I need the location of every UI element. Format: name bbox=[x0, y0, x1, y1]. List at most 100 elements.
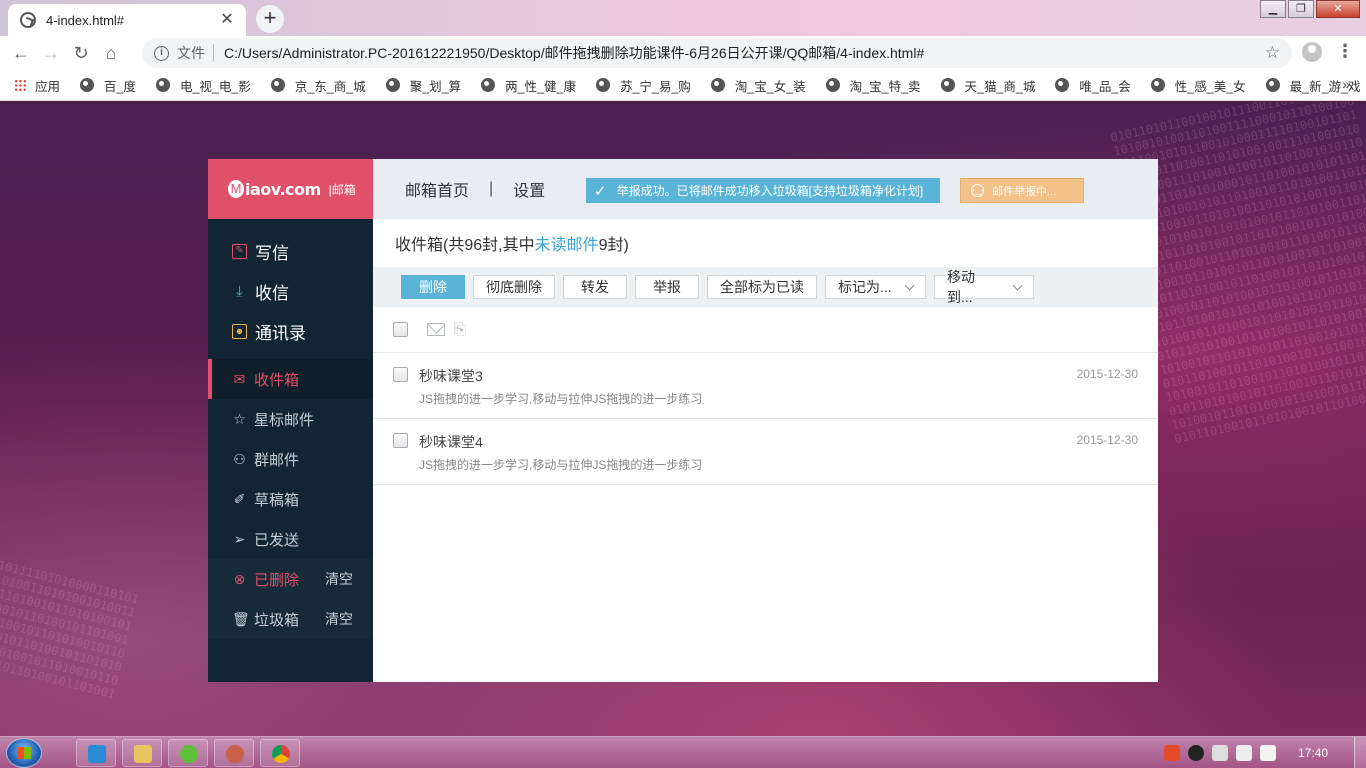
back-arrow-icon[interactable]: ← bbox=[6, 38, 36, 68]
url-text[interactable]: C:/Users/Administrator.PC-201612221950/D… bbox=[224, 43, 1265, 63]
send-icon: ➢ bbox=[233, 530, 246, 547]
bookmark-item[interactable]: 京_东_商_城 bbox=[270, 76, 366, 95]
clear-trash-button[interactable]: 清空 bbox=[325, 609, 353, 629]
browser-tab[interactable]: 4-index.html# ✕ bbox=[8, 4, 246, 36]
bookmark-item[interactable]: 两_性_健_康 bbox=[481, 76, 576, 95]
select-all-checkbox[interactable] bbox=[393, 322, 408, 337]
forward-arrow-icon[interactable]: → bbox=[36, 38, 66, 68]
sidebar-action-compose[interactable]: ✎ 写信 bbox=[208, 231, 373, 271]
clear-deleted-button[interactable]: 清空 bbox=[325, 569, 353, 589]
sidebar-action-label: 通讯录 bbox=[255, 323, 306, 343]
mail-preview: JS拖拽的进一步学习,移动与拉伸JS拖拽的进一步练习 bbox=[419, 458, 703, 472]
nav-settings[interactable]: 设置 bbox=[513, 177, 545, 201]
bookmark-item[interactable]: 唯_品_会 bbox=[1055, 76, 1131, 95]
taskbar-explorer[interactable] bbox=[122, 739, 162, 767]
browser-menu-icon[interactable]: ⋮ bbox=[1336, 42, 1354, 62]
pending-notice-text: 邮件举报中... bbox=[992, 185, 1057, 198]
folder-group[interactable]: ⚇ 群邮件 bbox=[208, 439, 373, 479]
globe-icon bbox=[481, 78, 496, 92]
mail-row[interactable]: 秒味课堂3 JS拖拽的进一步学习,移动与拉伸JS拖拽的进一步练习 2015-12… bbox=[373, 353, 1158, 419]
bookmark-item[interactable]: 天_猫_商_城 bbox=[940, 76, 1035, 95]
bookmark-star-icon[interactable]: ☆ bbox=[1265, 43, 1280, 63]
folder-drafts[interactable]: ✐ 草稿箱 bbox=[208, 479, 373, 519]
folder-label: 垃圾箱 bbox=[254, 611, 300, 629]
taskbar-app[interactable] bbox=[214, 739, 254, 767]
globe-icon bbox=[385, 78, 400, 92]
start-button[interactable] bbox=[6, 738, 42, 768]
bookmark-label: 苏_宁_易_购 bbox=[619, 79, 691, 94]
usb-icon[interactable] bbox=[1211, 745, 1228, 761]
folder-label: 星标邮件 bbox=[254, 411, 315, 429]
taskbar-vscode[interactable] bbox=[76, 739, 116, 767]
info-icon[interactable]: i bbox=[154, 45, 169, 61]
bookmark-label: 聚_划_算 bbox=[409, 79, 462, 94]
profile-avatar-icon[interactable] bbox=[1302, 42, 1322, 62]
globe-icon bbox=[1265, 78, 1280, 92]
success-notice: ✓ 举报成功。已将邮件成功移入垃圾箱[支持垃圾箱净化计划] bbox=[586, 178, 940, 203]
bookmark-label: 应用 bbox=[35, 79, 61, 94]
reload-icon[interactable]: ↻ bbox=[66, 38, 96, 68]
bookmark-item[interactable]: 聚_划_算 bbox=[385, 76, 462, 95]
input-method-icon[interactable] bbox=[1163, 745, 1180, 761]
mail-checkbox[interactable] bbox=[393, 433, 408, 448]
folder-trash[interactable]: 🗑 垃圾箱 清空 bbox=[208, 599, 373, 639]
window-controls: ▁ ❐ ✕ bbox=[1258, 0, 1360, 20]
mark-as-label: 标记为... bbox=[838, 279, 892, 295]
folder-deleted[interactable]: ⊗ 已删除 清空 bbox=[208, 559, 373, 599]
star-icon: ☆ bbox=[233, 410, 246, 427]
mail-row[interactable]: 秒味课堂4 JS拖拽的进一步学习,移动与拉伸JS拖拽的进一步练习 2015-12… bbox=[373, 419, 1158, 485]
taskbar-chrome[interactable] bbox=[260, 739, 300, 767]
globe-icon bbox=[80, 78, 95, 92]
attachment-icon[interactable]: ⎘ bbox=[454, 321, 466, 338]
home-icon[interactable]: ⌂ bbox=[96, 38, 126, 68]
mark-all-read-button[interactable]: 全部标为已读 bbox=[707, 275, 817, 299]
bookmark-item[interactable]: 电_视_电_影 bbox=[155, 76, 251, 95]
new-tab-button[interactable]: + bbox=[256, 5, 284, 33]
tab-close-icon[interactable]: ✕ bbox=[218, 11, 236, 29]
mark-as-dropdown[interactable]: 标记为... bbox=[825, 275, 926, 299]
group-icon: ⚇ bbox=[233, 450, 246, 467]
chevron-down-icon bbox=[904, 280, 915, 290]
move-to-dropdown[interactable]: 移动到... bbox=[934, 269, 1034, 305]
folder-inbox[interactable]: ✉ 收件箱 bbox=[208, 359, 373, 399]
minimize-button[interactable]: ▁ bbox=[1260, 0, 1286, 18]
envelope-icon[interactable] bbox=[427, 323, 445, 336]
bookmark-item[interactable]: 百_度 bbox=[80, 76, 136, 95]
close-window-button[interactable]: ✕ bbox=[1316, 0, 1360, 18]
qq-icon[interactable] bbox=[1187, 745, 1204, 761]
bookmark-apps[interactable]: 应用 bbox=[14, 76, 60, 95]
download-icon: ⤓ bbox=[236, 282, 243, 300]
sidebar-action-receive[interactable]: ⤓ 收信 bbox=[208, 271, 373, 311]
bookmark-item[interactable]: 淘_宝_特_卖 bbox=[825, 76, 921, 95]
maximize-button[interactable]: ❐ bbox=[1288, 0, 1314, 18]
sidebar: M iaov.com |邮箱 ✎ 写信 ⤓ 收信 ☻ 通讯录 ✉ 收件箱 ☆ 星… bbox=[208, 159, 373, 682]
address-bar[interactable]: i 文件 C:/Users/Administrator.PC-201612221… bbox=[142, 38, 1292, 68]
bookmark-label: 性_感_美_女 bbox=[1174, 79, 1246, 94]
sidebar-action-contacts[interactable]: ☻ 通讯录 bbox=[208, 311, 373, 351]
page-globe-icon bbox=[20, 12, 36, 28]
logo[interactable]: M iaov.com |邮箱 bbox=[208, 159, 373, 219]
bookmark-item[interactable]: 苏_宁_易_购 bbox=[595, 76, 691, 95]
show-desktop-button[interactable] bbox=[1354, 737, 1366, 768]
nav-mail-home[interactable]: 邮箱首页 bbox=[405, 177, 469, 201]
bookmark-label: 京_东_商_城 bbox=[294, 79, 366, 94]
bookmark-item[interactable]: 淘_宝_女_装 bbox=[710, 76, 806, 95]
clock[interactable]: 17:40 bbox=[1298, 746, 1328, 760]
volume-icon[interactable] bbox=[1259, 745, 1276, 761]
mail-date: 2015-12-30 bbox=[1076, 367, 1138, 381]
taskbar-ie[interactable] bbox=[168, 739, 208, 767]
bookmarks-overflow-button[interactable]: » bbox=[1342, 76, 1350, 92]
browser-toolbar: ← → ↻ ⌂ i 文件 C:/Users/Administrator.PC-2… bbox=[0, 36, 1366, 70]
network-icon[interactable] bbox=[1235, 745, 1252, 761]
inbox-summary-prefix: 收件箱(共96封,其中 bbox=[395, 237, 535, 254]
delete-forever-button[interactable]: 彻底删除 bbox=[473, 275, 555, 299]
folder-sent[interactable]: ➢ 已发送 bbox=[208, 519, 373, 559]
forward-button[interactable]: 转发 bbox=[563, 275, 627, 299]
mail-checkbox[interactable] bbox=[393, 367, 408, 382]
unread-mail-link[interactable]: 未读邮件 bbox=[535, 231, 599, 255]
report-button[interactable]: 举报 bbox=[635, 275, 699, 299]
folder-starred[interactable]: ☆ 星标邮件 bbox=[208, 399, 373, 439]
page-background: 0101101011001001011100110101000111 10100… bbox=[0, 102, 1366, 736]
delete-button[interactable]: 删除 bbox=[401, 275, 465, 299]
bookmark-item[interactable]: 性_感_美_女 bbox=[1150, 76, 1246, 95]
